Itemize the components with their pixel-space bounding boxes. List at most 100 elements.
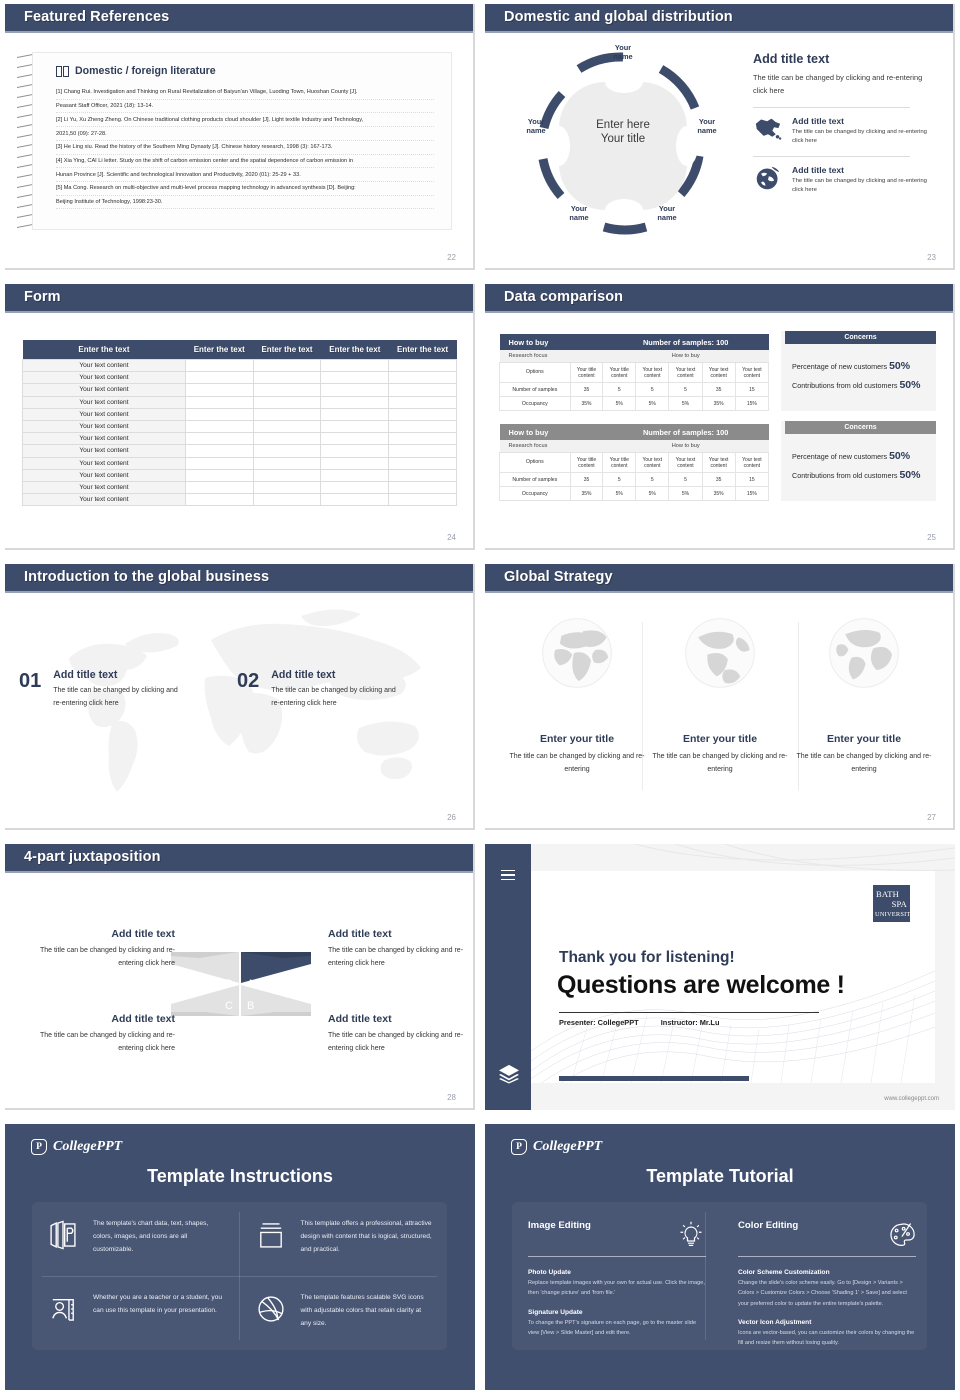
list-item-title: Add title text xyxy=(792,115,845,126)
left-nav-rail xyxy=(485,844,531,1110)
instructions-panel: The template's chart data, text, shapes,… xyxy=(32,1202,447,1350)
ring-label-left: Your name xyxy=(526,117,546,135)
brand-name: CollegePPT xyxy=(53,1139,123,1154)
layers-icon[interactable] xyxy=(498,1064,520,1084)
slide-four-part-juxtaposition[interactable]: 4-part juxtaposition A B C D Add title t… xyxy=(0,840,480,1120)
instruction-text: The template features scalable SVG icons… xyxy=(300,1294,424,1327)
column-body: The title can be changed by clicking and… xyxy=(509,753,645,773)
column-title: Enter your title xyxy=(539,733,615,745)
table-cell-empty xyxy=(184,407,254,421)
table-column-header: Enter the text xyxy=(388,340,457,360)
instruction-cell-4: The template features scalable SVG icons… xyxy=(240,1276,448,1350)
table-cell-empty xyxy=(252,456,322,470)
instruction-cell-1: The template's chart data, text, shapes,… xyxy=(32,1202,240,1276)
table-cell: Your title content xyxy=(569,362,604,383)
table-cell: 35 xyxy=(569,471,604,488)
slide-header-bar: Data comparison xyxy=(485,284,953,313)
table-row: Your text content xyxy=(22,407,457,421)
reference-list: [1] Chang Rui. Investigation and Thinkin… xyxy=(56,86,434,210)
table-cell-empty xyxy=(388,407,457,421)
letter-a: A xyxy=(247,978,255,990)
slide-thank-you[interactable]: BATH SPA UNIVERSITY Thank you for listen… xyxy=(480,840,960,1120)
quadrant-bottom-left: Add title text The title can be changed … xyxy=(30,1013,175,1056)
table-cell: 35% xyxy=(569,396,604,412)
circular-diagram: Enter here Your title Your name Your name … xyxy=(513,43,728,246)
slide-global-strategy[interactable]: Global Strategy Enter your title The tit… xyxy=(480,560,960,840)
letter-c: C xyxy=(225,1000,233,1012)
table-cell-empty xyxy=(388,419,457,434)
concerns-box: Concerns Percentage of new customers 50% C… xyxy=(781,331,936,411)
table-cell-empty xyxy=(252,371,322,385)
column-body: The title can be changed by clicking and… xyxy=(796,753,932,773)
table-cell-empty xyxy=(252,419,322,434)
column-body: The title can be changed by clicking and… xyxy=(652,753,788,773)
slide-template-instructions[interactable]: P CollegePPT Template Instructions The t… xyxy=(0,1120,480,1400)
data-table: How to buy Number of samples: 100 Research… xyxy=(499,424,770,502)
slide-introduction-global-business[interactable]: Introduction to the global business 01 A… xyxy=(0,560,480,840)
table-cell-empty xyxy=(320,358,390,373)
section-subtitle: Signature Update xyxy=(528,1308,583,1316)
table-cell-empty xyxy=(252,383,322,397)
dribbble-icon xyxy=(257,1296,284,1322)
instructor-label: Instructor: Mr.Lu xyxy=(660,1018,720,1027)
tutorial-panel: Image Editing Photo Update Replace templ… xyxy=(512,1202,927,1350)
section-body: Change the slide's color scheme easily. … xyxy=(738,1280,907,1307)
column-heading: Image Editing xyxy=(528,1220,591,1231)
block-title: Add title text xyxy=(271,669,336,681)
table-cell: 5 xyxy=(668,381,703,398)
tutorial-column-color-editing: Color Editing Color Scheme Customization… xyxy=(722,1202,932,1367)
hamburger-menu-icon[interactable] xyxy=(501,870,515,883)
slide-domestic-global-distribution[interactable]: Domestic and global distribution Enter h… xyxy=(480,0,960,280)
table-cell-empty xyxy=(184,456,254,470)
table-cell-empty xyxy=(184,419,254,434)
table-cell-label: Your text content xyxy=(22,468,186,482)
presenter-label: Presenter: CollegePPT xyxy=(559,1018,639,1027)
page-title: 4-part juxtaposition xyxy=(24,849,161,865)
instruction-text: Whether you are a teacher or a student, … xyxy=(93,1294,223,1314)
quadrant-body: The title can be changed by clicking and… xyxy=(39,947,175,967)
concerns-text: Percentage of new customers 50% Contribut… xyxy=(792,357,920,396)
slide-data-comparison[interactable]: Data comparison How to buy Number of samp… xyxy=(480,280,960,560)
table-row: Your text content xyxy=(22,456,457,470)
slide-template-tutorial[interactable]: P CollegePPT Template Tutorial Image Edi… xyxy=(480,1120,960,1400)
table-cell-label: Your text content xyxy=(22,456,186,470)
band-left: How to buy xyxy=(499,334,603,350)
page-title: Featured References xyxy=(24,9,170,25)
list-item[interactable]: Add title text The title can be changed … xyxy=(753,165,933,196)
open-book-icon xyxy=(56,65,69,77)
globe-icon xyxy=(829,618,899,688)
ring-label-right: Your name xyxy=(697,117,717,135)
reference-line: 2021,50 (09): 27-28. xyxy=(56,127,434,141)
page-number: 26 xyxy=(447,813,456,822)
table-cell-label: Your text content xyxy=(22,395,186,409)
slide-header-bar: Introduction to the global business xyxy=(5,564,473,593)
instruction-cell-2: This template offers a professional, att… xyxy=(240,1202,448,1276)
form-table: Enter the text Enter the text Enter the te… xyxy=(22,340,457,507)
list-item-body: The title can be changed by clicking and… xyxy=(792,177,927,194)
table-cell-empty xyxy=(320,456,390,470)
reference-card: Domestic / foreign literature [1] Chang … xyxy=(32,52,452,230)
table-cell-label: Your text content xyxy=(22,371,186,385)
divider xyxy=(559,1012,819,1014)
table-cell-empty xyxy=(252,468,322,482)
table-row: Your text content xyxy=(22,419,457,434)
instruction-text: This template offers a professional, att… xyxy=(300,1220,432,1253)
table-cell-empty xyxy=(388,468,457,482)
table-cell-empty xyxy=(184,468,254,482)
list-item[interactable]: Add title text The title can be changed … xyxy=(753,116,933,147)
table-cell-empty xyxy=(320,468,390,482)
sub-left: Research focus xyxy=(499,440,603,453)
collegeppt-logo: P CollegePPT xyxy=(511,1139,602,1155)
slide-form[interactable]: Form Enter the text Enter the text Enter t… xyxy=(0,280,480,560)
right-title: Add title text xyxy=(753,52,830,66)
footer-url: www.collegeppt.com xyxy=(884,1096,939,1102)
table-cell-label: Your text content xyxy=(22,444,186,458)
sub-right: How to buy xyxy=(602,350,769,363)
quadrant-body: The title can be changed by clicking and… xyxy=(39,1032,175,1052)
table-row: Occupancy 35% 5% 5% 5% 35% 15% xyxy=(499,396,770,412)
table-cell: 5% xyxy=(668,396,703,412)
table-cell-empty xyxy=(184,395,254,409)
slide-featured-references[interactable]: Featured References Domestic / foreign l… xyxy=(0,0,480,280)
column-title: Enter your title xyxy=(682,733,758,745)
table-row: Your text content xyxy=(22,358,457,373)
